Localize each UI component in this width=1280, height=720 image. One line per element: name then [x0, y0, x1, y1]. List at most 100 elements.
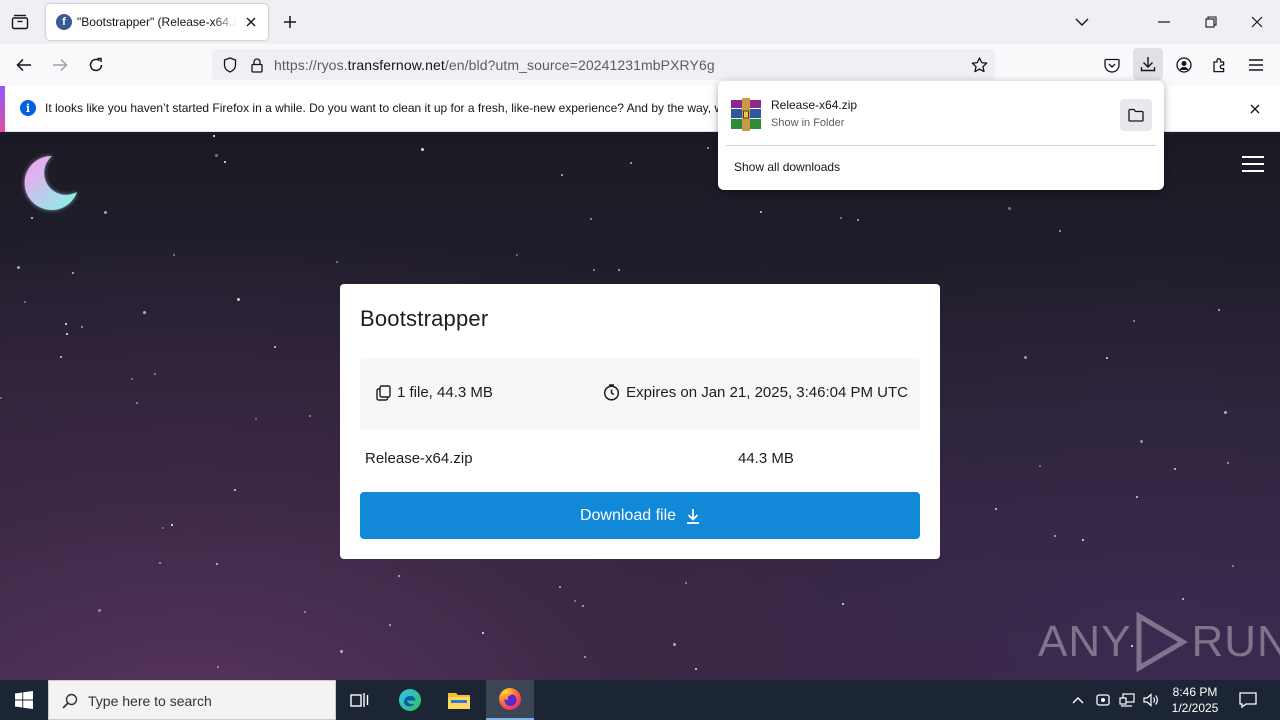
star: [1059, 230, 1061, 232]
moon-logo-icon[interactable]: [16, 150, 82, 216]
task-view-icon[interactable]: [344, 688, 376, 712]
restore-icon[interactable]: [1199, 12, 1223, 32]
show-hidden-icons-chevron[interactable]: [1068, 690, 1088, 710]
star: [237, 298, 240, 301]
firefox-taskbar-button[interactable]: [486, 680, 534, 720]
star: [309, 415, 311, 417]
star: [1039, 465, 1041, 467]
star: [213, 135, 215, 137]
bookmark-star-icon[interactable]: [968, 54, 990, 76]
star: [136, 402, 138, 404]
page-menu-hamburger-icon[interactable]: [1240, 152, 1266, 176]
list-all-tabs-chevron-icon[interactable]: [1072, 12, 1092, 32]
transfer-info-box: 1 file, 44.3 MB Expires on Jan 21, 2025,…: [360, 358, 920, 430]
account-icon[interactable]: [1172, 53, 1196, 77]
facebook-favicon-icon: f: [56, 14, 72, 30]
star: [1224, 411, 1227, 414]
star: [1008, 207, 1011, 210]
file-explorer-icon[interactable]: [443, 686, 475, 714]
show-in-folder-text: Show in Folder: [771, 117, 845, 129]
star: [234, 489, 236, 491]
clock-date: 1/2/2025: [1171, 701, 1219, 715]
tab-bootstrapper[interactable]: f "Bootstrapper" (Release-x64.zip: [46, 4, 268, 40]
url-text[interactable]: https://ryos.transfernow.net/en/bld?utm_…: [274, 57, 715, 73]
star: [336, 261, 338, 263]
star: [389, 624, 391, 626]
play-triangle-icon: [1136, 612, 1189, 672]
navigation-toolbar: https://ryos.transfernow.net/en/bld?utm_…: [0, 44, 1280, 86]
open-folder-button[interactable]: [1120, 99, 1152, 131]
star: [143, 311, 146, 314]
star: [590, 218, 592, 220]
close-notification-icon[interactable]: [1246, 100, 1264, 118]
close-tab-icon[interactable]: [243, 14, 259, 30]
downloads-panel: Release-x64.zip Show in Folder Show all …: [718, 81, 1164, 190]
star: [159, 562, 161, 564]
watermark-run: RUN: [1191, 617, 1280, 666]
star: [1054, 535, 1056, 537]
search-placeholder: Type here to search: [88, 693, 212, 709]
star: [1218, 309, 1220, 311]
star: [559, 586, 561, 588]
star: [1082, 539, 1084, 541]
star: [630, 162, 632, 164]
show-all-downloads-link[interactable]: Show all downloads: [734, 160, 840, 174]
menu-hamburger-icon[interactable]: [1244, 53, 1268, 77]
minimize-icon[interactable]: [1152, 12, 1176, 32]
reload-icon[interactable]: [84, 53, 108, 77]
star: [584, 656, 586, 658]
star: [60, 356, 62, 358]
clock-time: 8:46 PM: [1172, 685, 1218, 699]
action-center-icon[interactable]: [1236, 688, 1260, 712]
star: [685, 582, 687, 584]
extensions-icon[interactable]: [1208, 53, 1232, 77]
star: [857, 219, 859, 221]
new-tab-icon[interactable]: [280, 12, 300, 32]
panel-separator: [726, 145, 1156, 146]
star: [398, 575, 400, 577]
volume-icon[interactable]: [1141, 690, 1161, 710]
taskbar-search[interactable]: Type here to search: [48, 680, 336, 720]
star: [840, 217, 842, 219]
expiry-text: Expires on Jan 21, 2025, 3:46:04 PM UTC: [626, 384, 908, 401]
star: [104, 211, 107, 214]
edge-icon[interactable]: [394, 686, 426, 714]
star: [171, 524, 173, 526]
star: [255, 418, 257, 420]
download-file-button[interactable]: Download file: [360, 492, 920, 539]
star: [17, 266, 20, 269]
star: [1136, 496, 1138, 498]
file-size: 44.3 MB: [738, 450, 794, 467]
tab-list-icon[interactable]: [8, 11, 32, 33]
star: [217, 666, 219, 668]
close-window-icon[interactable]: [1245, 12, 1269, 32]
meet-now-icon[interactable]: [1093, 690, 1113, 710]
star: [304, 611, 306, 613]
star: [131, 378, 133, 380]
star: [1182, 598, 1184, 600]
system-clock[interactable]: 8:46 PM 1/2/2025: [1160, 684, 1230, 716]
star: [574, 600, 576, 602]
back-icon[interactable]: [12, 53, 36, 77]
download-file-name[interactable]: Release-x64.zip: [771, 98, 857, 112]
star: [1024, 356, 1027, 359]
pocket-icon[interactable]: [1100, 53, 1124, 77]
shield-icon[interactable]: [220, 55, 240, 75]
lock-icon[interactable]: [247, 55, 267, 75]
star: [842, 603, 844, 605]
downloads-icon[interactable]: [1133, 48, 1163, 80]
anyrun-watermark: ANY RUN: [1038, 612, 1280, 672]
windows-start-icon[interactable]: [0, 680, 48, 720]
url-bar[interactable]: https://ryos.transfernow.net/en/bld?utm_…: [212, 49, 995, 80]
files-copy-icon: [376, 384, 391, 401]
star: [72, 272, 74, 274]
file-name: Release-x64.zip: [365, 450, 473, 467]
star: [0, 397, 2, 399]
forward-icon[interactable]: [48, 53, 72, 77]
windows-taskbar: Type here to search 8:46 PM 1/2/2025: [0, 680, 1280, 720]
expiry: Expires on Jan 21, 2025, 3:46:04 PM UTC: [603, 384, 908, 401]
watermark-any: ANY: [1038, 617, 1132, 666]
timer-icon: [603, 384, 620, 401]
network-icon[interactable]: [1117, 690, 1137, 710]
star: [66, 333, 68, 335]
